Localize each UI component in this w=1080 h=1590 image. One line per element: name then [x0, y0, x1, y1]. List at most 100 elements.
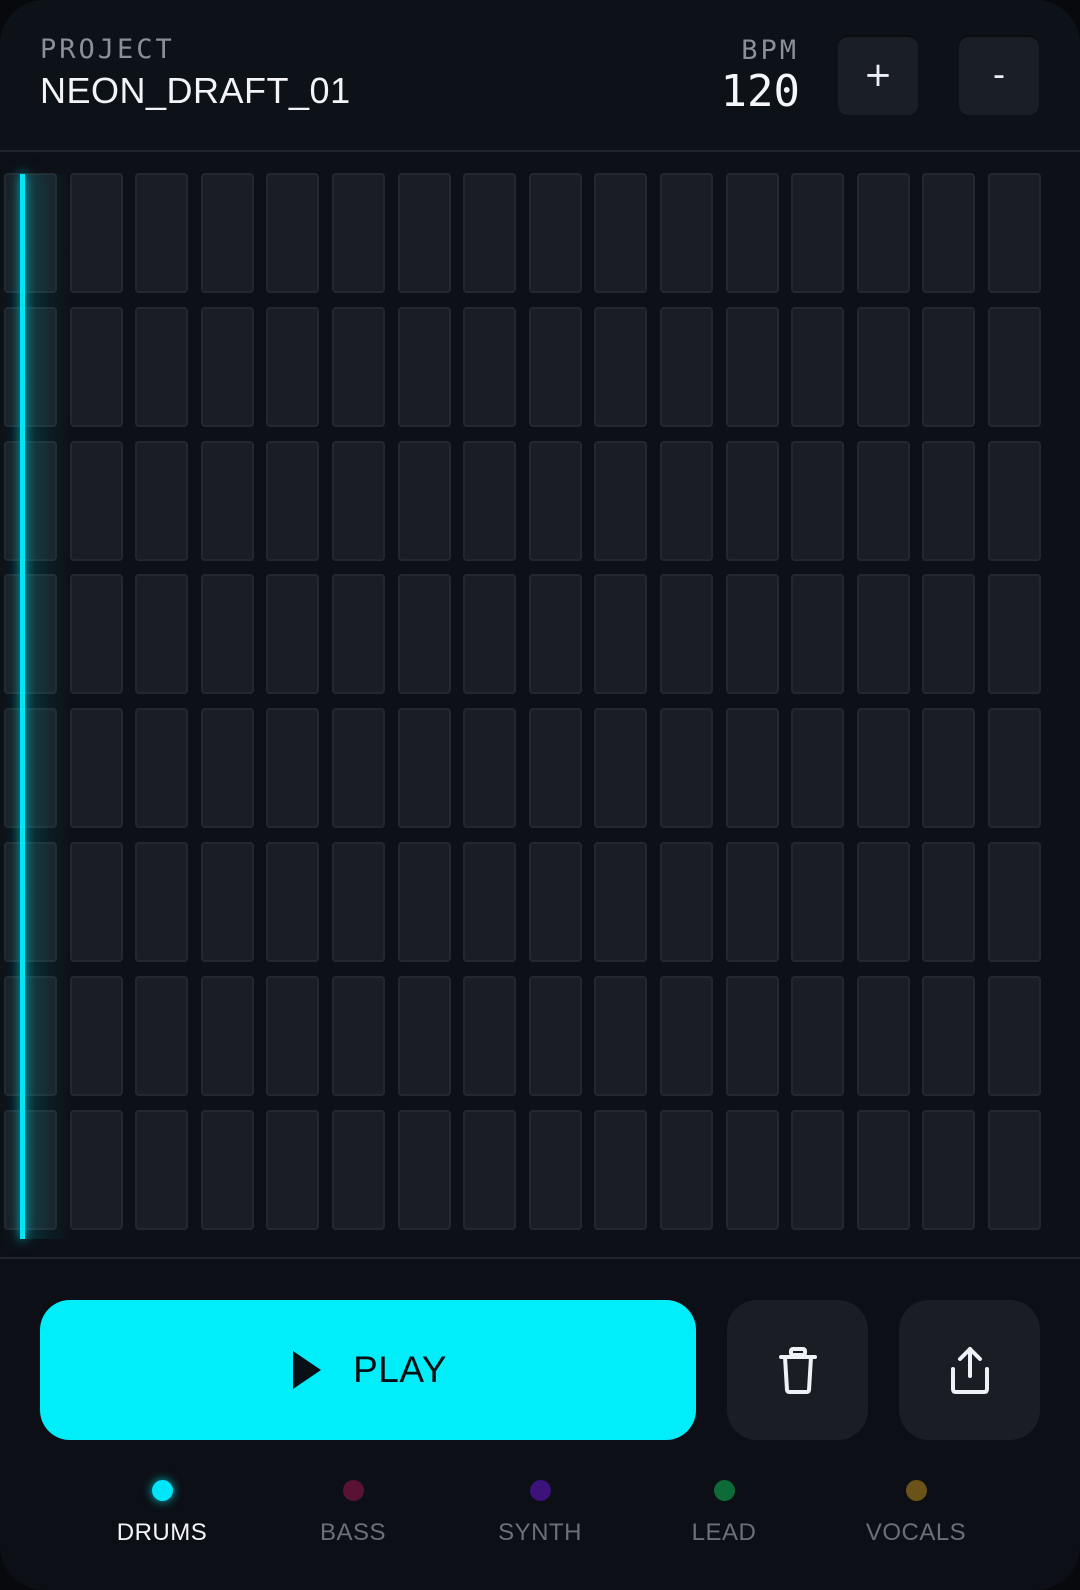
- step-cell[interactable]: [135, 1110, 188, 1230]
- step-cell[interactable]: [463, 708, 516, 828]
- step-cell[interactable]: [4, 173, 57, 293]
- tab-drums[interactable]: DRUMS: [82, 1470, 242, 1547]
- step-cell[interactable]: [266, 842, 319, 962]
- bpm-decrease-button[interactable]: -: [959, 35, 1039, 115]
- step-cell[interactable]: [594, 708, 647, 828]
- step-cell[interactable]: [201, 1110, 254, 1230]
- step-cell[interactable]: [398, 574, 451, 694]
- step-cell[interactable]: [726, 173, 779, 293]
- step-cell[interactable]: [70, 708, 123, 828]
- step-cell[interactable]: [70, 1110, 123, 1230]
- step-cell[interactable]: [266, 976, 319, 1096]
- step-cell[interactable]: [529, 708, 582, 828]
- step-cell[interactable]: [529, 441, 582, 561]
- step-cell[interactable]: [529, 976, 582, 1096]
- step-cell[interactable]: [922, 1110, 975, 1230]
- step-cell[interactable]: [988, 441, 1041, 561]
- step-cell[interactable]: [791, 441, 844, 561]
- step-cell[interactable]: [70, 842, 123, 962]
- step-cell[interactable]: [726, 976, 779, 1096]
- step-cell[interactable]: [135, 976, 188, 1096]
- step-cell[interactable]: [988, 976, 1041, 1096]
- step-cell[interactable]: [660, 307, 713, 427]
- step-cell[interactable]: [726, 574, 779, 694]
- step-cell[interactable]: [70, 307, 123, 427]
- step-cell[interactable]: [857, 173, 910, 293]
- step-cell[interactable]: [4, 441, 57, 561]
- step-cell[interactable]: [4, 307, 57, 427]
- step-cell[interactable]: [791, 1110, 844, 1230]
- bpm-increase-button[interactable]: +: [838, 35, 918, 115]
- step-cell[interactable]: [529, 173, 582, 293]
- step-cell[interactable]: [332, 441, 385, 561]
- step-cell[interactable]: [398, 173, 451, 293]
- step-cell[interactable]: [135, 307, 188, 427]
- step-cell[interactable]: [922, 307, 975, 427]
- step-cell[interactable]: [922, 173, 975, 293]
- step-cell[interactable]: [726, 842, 779, 962]
- step-cell[interactable]: [594, 574, 647, 694]
- step-cell[interactable]: [463, 976, 516, 1096]
- clear-button[interactable]: [727, 1300, 868, 1440]
- step-cell[interactable]: [988, 574, 1041, 694]
- step-cell[interactable]: [726, 441, 779, 561]
- step-cell[interactable]: [529, 307, 582, 427]
- step-cell[interactable]: [266, 708, 319, 828]
- step-cell[interactable]: [988, 307, 1041, 427]
- step-cell[interactable]: [922, 441, 975, 561]
- tab-bass[interactable]: BASS: [273, 1470, 433, 1547]
- step-cell[interactable]: [4, 842, 57, 962]
- step-cell[interactable]: [135, 441, 188, 561]
- step-cell[interactable]: [857, 307, 910, 427]
- tab-lead[interactable]: LEAD: [644, 1470, 804, 1547]
- step-cell[interactable]: [201, 441, 254, 561]
- step-cell[interactable]: [660, 1110, 713, 1230]
- step-cell[interactable]: [463, 574, 516, 694]
- share-button[interactable]: [899, 1300, 1040, 1440]
- step-cell[interactable]: [201, 976, 254, 1096]
- step-cell[interactable]: [398, 307, 451, 427]
- step-cell[interactable]: [201, 574, 254, 694]
- step-cell[interactable]: [922, 574, 975, 694]
- project-name[interactable]: NEON_DRAFT_01: [40, 70, 351, 112]
- step-cell[interactable]: [135, 574, 188, 694]
- step-cell[interactable]: [791, 842, 844, 962]
- step-cell[interactable]: [791, 976, 844, 1096]
- step-cell[interactable]: [857, 1110, 910, 1230]
- step-cell[interactable]: [135, 842, 188, 962]
- step-cell[interactable]: [332, 1110, 385, 1230]
- step-cell[interactable]: [70, 976, 123, 1096]
- step-cell[interactable]: [135, 173, 188, 293]
- step-cell[interactable]: [857, 976, 910, 1096]
- play-button[interactable]: PLAY: [40, 1300, 696, 1440]
- step-cell[interactable]: [398, 441, 451, 561]
- step-cell[interactable]: [4, 1110, 57, 1230]
- step-cell[interactable]: [660, 976, 713, 1096]
- step-cell[interactable]: [726, 708, 779, 828]
- step-cell[interactable]: [791, 708, 844, 828]
- step-cell[interactable]: [529, 574, 582, 694]
- step-cell[interactable]: [332, 574, 385, 694]
- step-cell[interactable]: [988, 1110, 1041, 1230]
- step-cell[interactable]: [857, 574, 910, 694]
- step-cell[interactable]: [201, 307, 254, 427]
- tab-synth[interactable]: SYNTH: [460, 1470, 620, 1547]
- step-cell[interactable]: [266, 574, 319, 694]
- step-cell[interactable]: [332, 708, 385, 828]
- step-cell[interactable]: [791, 307, 844, 427]
- step-cell[interactable]: [463, 1110, 516, 1230]
- step-cell[interactable]: [988, 708, 1041, 828]
- step-cell[interactable]: [660, 441, 713, 561]
- step-cell[interactable]: [332, 976, 385, 1096]
- step-cell[interactable]: [4, 708, 57, 828]
- step-cell[interactable]: [4, 574, 57, 694]
- step-cell[interactable]: [857, 842, 910, 962]
- step-cell[interactable]: [70, 441, 123, 561]
- tab-vocals[interactable]: VOCALS: [836, 1470, 996, 1547]
- step-cell[interactable]: [135, 708, 188, 828]
- step-cell[interactable]: [463, 307, 516, 427]
- step-cell[interactable]: [266, 1110, 319, 1230]
- step-cell[interactable]: [726, 1110, 779, 1230]
- step-cell[interactable]: [594, 307, 647, 427]
- step-cell[interactable]: [922, 976, 975, 1096]
